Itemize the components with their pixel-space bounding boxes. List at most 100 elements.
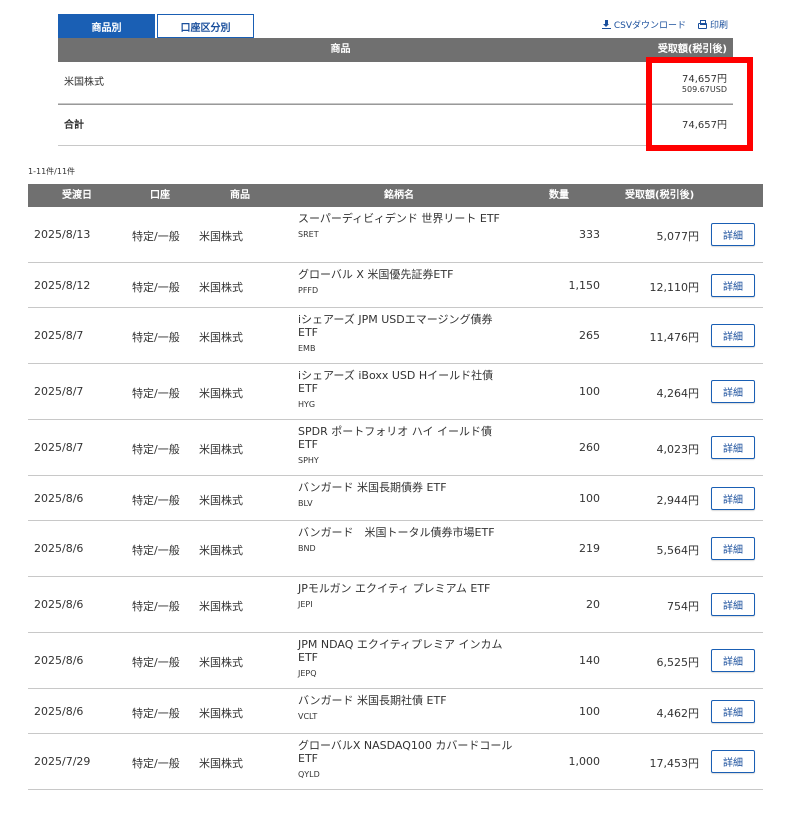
row-account: 特定/一般 — [132, 331, 180, 344]
row-account: 特定/一般 — [132, 656, 180, 669]
row-security-name: SPDR ポートフォリオ ハイ イールド債 ETF SPHY — [298, 425, 513, 467]
row-date: 2025/8/6 — [34, 654, 84, 667]
row-product: 米国株式 — [199, 387, 243, 400]
header-qty: 数量 — [549, 190, 569, 201]
row-security-name: JPモルガン エクイティ プレミアム ETF JEPI — [298, 582, 513, 611]
row-security-name: JPM NDAQ エクイティプレミア インカム ETF JEPQ — [298, 638, 513, 680]
row-date: 2025/8/6 — [34, 598, 84, 611]
detail-button[interactable]: 詳細 — [711, 273, 755, 297]
tab-by-product[interactable]: 商品別 — [58, 14, 155, 38]
csv-download-link[interactable]: CSVダウンロード — [601, 18, 686, 31]
summary-header: 商品 受取額(税引後) — [58, 38, 733, 62]
row-account: 特定/一般 — [132, 230, 180, 243]
row-date: 2025/8/6 — [34, 704, 84, 718]
printer-icon — [697, 19, 707, 29]
row-quantity: 1,000 — [568, 755, 601, 768]
row-security-title: スーパーディビィデンド 世界リート ETF — [298, 212, 500, 225]
row-security-title: JPM NDAQ エクイティプレミア インカム ETF — [298, 638, 503, 664]
highlight-box — [646, 57, 753, 151]
row-product: 米国株式 — [199, 600, 243, 613]
dividend-table: 受渡日 口座 商品 銘柄名 数量 受取額(税引後) 2025/8/13 特定/一般… — [28, 184, 763, 790]
row-security-title: JPモルガン エクイティ プレミアム ETF — [298, 582, 491, 595]
row-product: 米国株式 — [199, 230, 243, 243]
row-security-title: バンガード 米国トータル債券市場ETF — [298, 526, 495, 539]
row-account: 特定/一般 — [132, 757, 180, 770]
row-ticker: JEPQ — [298, 669, 317, 678]
row-date: 2025/8/13 — [34, 228, 91, 241]
detail-button[interactable]: 詳細 — [711, 486, 755, 510]
result-count: 1-11件/11件 — [28, 167, 76, 176]
header-product: 商品 — [230, 190, 250, 201]
detail-button[interactable]: 詳細 — [711, 750, 755, 773]
row-security-name: グローバルX NASDAQ100 カバードコールETF QYLD — [298, 739, 513, 781]
csv-download-label: CSVダウンロード — [613, 21, 686, 31]
row-security-title: SPDR ポートフォリオ ハイ イールド債 ETF — [298, 425, 492, 451]
table-row: 2025/8/6 特定/一般 米国株式 140 6,525円 JPM NDAQ エクイティ… — [28, 633, 763, 689]
row-ticker: SPHY — [298, 456, 319, 465]
row-security-name: バンガード 米国長期社債 ETF VCLT — [298, 694, 513, 723]
row-product: 米国株式 — [199, 493, 243, 507]
table-header: 受渡日 口座 商品 銘柄名 数量 受取額(税引後) — [28, 184, 763, 207]
row-quantity: 140 — [579, 654, 600, 667]
row-quantity: 1,150 — [568, 278, 601, 292]
download-icon — [601, 20, 611, 29]
row-account: 特定/一般 — [132, 544, 180, 557]
row-quantity: 100 — [579, 491, 600, 505]
detail-button[interactable]: 詳細 — [711, 436, 755, 459]
row-ticker: PFFD — [298, 286, 319, 295]
row-product: 米国株式 — [199, 706, 243, 720]
row-product: 米国株式 — [199, 280, 243, 294]
row-account: 特定/一般 — [132, 387, 180, 400]
row-amount: 2,944円 — [656, 493, 700, 507]
table-row: 2025/8/6 特定/一般 米国株式 219 5,564円 バンガード 米国トータル債券… — [28, 521, 763, 577]
row-quantity: 265 — [579, 329, 600, 342]
row-amount: 12,110円 — [649, 280, 700, 294]
row-product: 米国株式 — [199, 544, 243, 557]
row-security-title: iシェアーズ iBoxx USD Hイールド社債 ETF — [298, 369, 494, 395]
summary-header-product: 商品 — [330, 44, 351, 55]
row-amount: 5,077円 — [656, 230, 700, 243]
table-row: 2025/8/7 特定/一般 米国株式 100 4,264円 iシェアーズ iBoxx U… — [28, 364, 763, 420]
row-product: 米国株式 — [199, 656, 243, 669]
header-date: 受渡日 — [62, 190, 92, 201]
row-security-name: バンガード 米国トータル債券市場ETF BND — [298, 526, 513, 555]
row-account: 特定/一般 — [132, 443, 180, 456]
detail-button[interactable]: 詳細 — [711, 537, 755, 560]
print-link[interactable]: 印刷 — [697, 18, 728, 31]
row-date: 2025/8/6 — [34, 491, 84, 505]
table-row: 2025/8/6 特定/一般 米国株式 100 2,944円 バンガード 米国長期債券 E… — [28, 476, 763, 521]
detail-button[interactable]: 詳細 — [711, 324, 755, 347]
row-quantity: 219 — [579, 542, 600, 555]
detail-button[interactable]: 詳細 — [711, 223, 755, 246]
row-ticker: BND — [298, 544, 316, 553]
row-quantity: 20 — [586, 598, 600, 611]
detail-button[interactable]: 詳細 — [711, 699, 755, 723]
summary-table: 商品 受取額(税引後) 米国株式 74,657円 509.67USD 合計 74… — [58, 38, 733, 146]
row-account: 特定/一般 — [132, 600, 180, 613]
row-account: 特定/一般 — [132, 280, 180, 294]
detail-button[interactable]: 詳細 — [711, 380, 755, 403]
row-security-name: iシェアーズ iBoxx USD Hイールド社債 ETF HYG — [298, 369, 513, 411]
row-quantity: 333 — [579, 228, 600, 241]
row-product: 米国株式 — [199, 757, 243, 770]
row-amount: 6,525円 — [656, 656, 700, 669]
row-ticker: VCLT — [298, 712, 318, 721]
row-security-title: グローバルX NASDAQ100 カバードコールETF — [298, 739, 513, 765]
row-ticker: QYLD — [298, 770, 320, 779]
print-label: 印刷 — [709, 21, 728, 31]
row-amount: 17,453円 — [649, 757, 700, 770]
row-ticker: BLV — [298, 499, 313, 508]
summary-row-label: 米国株式 — [64, 77, 104, 88]
row-security-name: スーパーディビィデンド 世界リート ETF SRET — [298, 212, 513, 241]
row-date: 2025/8/7 — [34, 385, 84, 398]
row-date: 2025/8/7 — [34, 441, 84, 454]
summary-total-label: 合計 — [64, 120, 84, 131]
tab-by-account-type[interactable]: 口座区分別 — [157, 14, 254, 38]
row-security-title: バンガード 米国長期債券 ETF — [298, 481, 447, 494]
table-body: 2025/8/13 特定/一般 米国株式 333 5,077円 スーパーディビィデンド 世… — [28, 207, 763, 790]
detail-button[interactable]: 詳細 — [711, 593, 755, 616]
detail-button[interactable]: 詳細 — [711, 649, 755, 672]
row-date: 2025/8/7 — [34, 329, 84, 342]
row-date: 2025/8/6 — [34, 542, 84, 555]
row-date: 2025/7/29 — [34, 755, 91, 768]
